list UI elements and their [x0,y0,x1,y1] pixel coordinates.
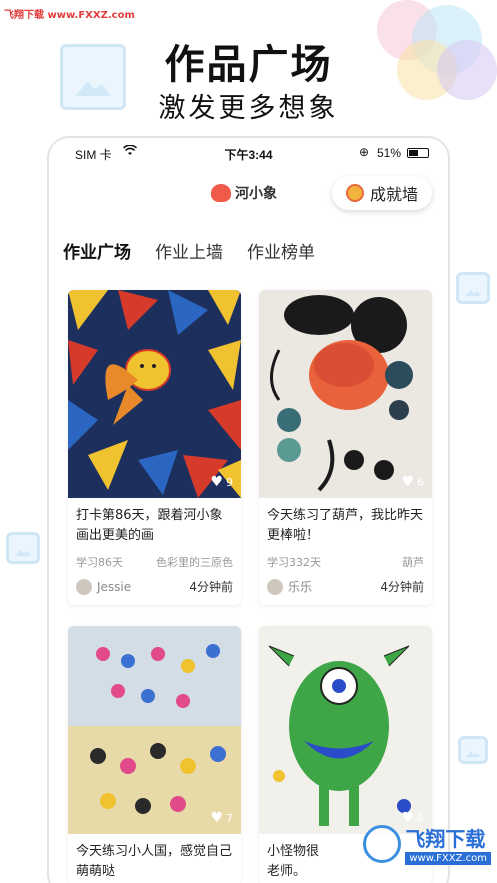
like-count[interactable]: ♥ 6 [401,474,424,490]
battery-icon [407,148,429,158]
app-logo-text: 河小象 [235,186,277,202]
heart-icon: ♥ [401,474,414,490]
artwork-image[interactable]: ♥ 6 [259,290,432,498]
artwork-image[interactable]: ♥ 9 [68,290,241,498]
picture-frame-icon [6,532,40,564]
card-title: 打卡第86天，跟着河小象画出更美的画 [76,508,223,543]
post-time: 4分钟前 [189,580,233,594]
watermark-url: www.FXXZ.com [405,852,491,865]
card-meta: 学习332天 葫芦 [267,556,424,569]
app-logo: 河小象 [211,183,277,203]
rotation-lock-icon: ⊕ [359,145,370,159]
tab-homework-square[interactable]: 作业广场 [63,238,131,269]
picture-frame-icon [456,272,490,304]
like-count[interactable]: ♥ 7 [210,810,233,826]
picture-frame-icon [458,736,488,764]
artwork-card[interactable]: ♥ 7 今天练习小人国，感觉自己萌萌哒 [68,626,241,883]
tab-homework-wall[interactable]: 作业上墙 [155,238,223,269]
artwork-card[interactable]: ♥ 6 今天练习了葫芦，我比昨天更棒啦！ 学习332天 葫芦 乐乐 4分钟前 [259,290,432,605]
card-footer: Jessie 4分钟前 [68,570,241,605]
hero-subtitle: 激发更多想象 [158,93,339,124]
battery-fill [409,150,419,156]
card-title: 今天练习了葫芦，我比昨天更棒啦！ [267,508,424,543]
heart-icon: ♥ [210,810,223,826]
artwork-card[interactable]: ♥ 9 打卡第86天，跟着河小象画出更美的画 学习86天 色彩里的三原色 Jessi… [68,290,241,605]
card-footer: 乐乐 4分钟前 [259,570,432,605]
watermark-text: 飞翔下载 www.FXXZ.com [4,10,135,21]
achievement-wall-label: 成就墙 [369,185,418,204]
tab-bar: 作业广场 作业上墙 作业榜单 [63,238,315,269]
card-title: 今天练习小人国，感觉自己萌萌哒 [76,844,233,879]
watermark-logo-icon [363,825,402,863]
avatar [267,578,283,595]
watermark-brand: 飞翔下载 [405,827,486,851]
hero-title: 作品广场 [164,42,333,88]
artwork-image[interactable]: ♥ 7 [68,626,241,834]
heart-icon: ♥ [210,474,223,490]
post-time: 4分钟前 [380,580,424,594]
achievement-wall-button[interactable]: 成就墙 [332,176,432,210]
elephant-logo-icon [211,184,231,202]
artwork-image[interactable]: ♥ 6 [259,626,432,834]
user-info[interactable]: 乐乐 [267,578,312,595]
tab-homework-ranking[interactable]: 作业榜单 [247,238,315,269]
status-bar: SIM 卡 下午3:44 ⊕ 51% [49,144,448,164]
user-info[interactable]: Jessie [76,578,131,595]
phone-frame: SIM 卡 下午3:44 ⊕ 51% 河小象 成就墙 作业广场 作业上墙 作业榜… [47,136,450,883]
watermark-badge: 飞翔下载 www.FXXZ.com [363,823,491,865]
battery-percent: 51% [377,146,402,160]
avatar [76,578,92,595]
like-count[interactable]: ♥ 9 [210,474,233,490]
medal-icon [345,184,364,202]
card-meta: 学习86天 色彩里的三原色 [76,556,233,569]
